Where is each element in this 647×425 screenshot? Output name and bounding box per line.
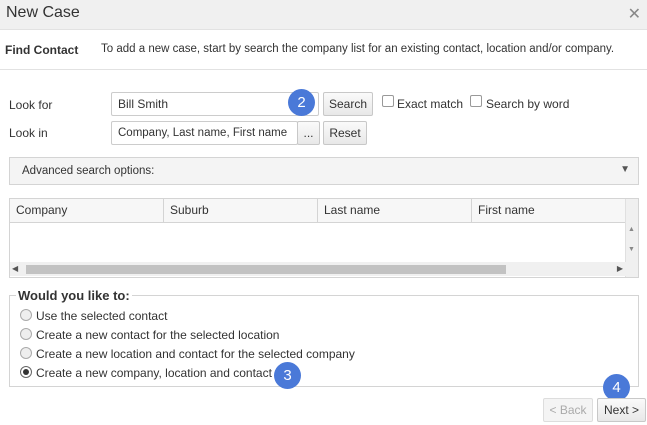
- grid-vertical-scrollbar[interactable]: ▲ ▼: [625, 199, 638, 277]
- action-options-group: Would you like to: Use the selected cont…: [9, 288, 639, 387]
- scroll-thumb[interactable]: [26, 265, 506, 274]
- column-header-company[interactable]: Company: [10, 199, 164, 222]
- column-header-last-name[interactable]: Last name: [318, 199, 472, 222]
- column-header-suburb[interactable]: Suburb: [164, 199, 318, 222]
- title-bar: New Case ✕: [0, 0, 647, 30]
- reset-button[interactable]: Reset: [323, 121, 367, 145]
- radio-new-location-contact[interactable]: [20, 347, 32, 359]
- options-legend: Would you like to:: [16, 288, 132, 303]
- scroll-left-icon[interactable]: ◀: [12, 264, 18, 273]
- radio-label-new-location-contact: Create a new location and contact for th…: [36, 347, 355, 361]
- step-badge-3: 3: [274, 362, 301, 389]
- scroll-down-icon[interactable]: ▼: [628, 246, 635, 253]
- search-button[interactable]: Search: [323, 92, 373, 116]
- advanced-search-label: Advanced search options:: [22, 165, 155, 177]
- next-button[interactable]: Next >: [597, 398, 646, 422]
- find-contact-instructions: To add a new case, start by search the c…: [101, 43, 615, 55]
- step-badge-4: 4: [603, 374, 630, 401]
- advanced-search-toggle[interactable]: Advanced search options: ▼: [9, 157, 639, 185]
- back-button[interactable]: < Back: [543, 398, 593, 422]
- look-in-label: Look in: [9, 126, 48, 140]
- scroll-up-icon[interactable]: ▲: [628, 226, 635, 233]
- look-in-browse-button[interactable]: ...: [297, 121, 320, 145]
- scroll-right-icon[interactable]: ▶: [617, 264, 623, 273]
- close-icon[interactable]: ✕: [628, 4, 641, 24]
- dialog-title: New Case: [6, 4, 80, 21]
- look-in-input[interactable]: Company, Last name, First name: [111, 121, 298, 145]
- radio-new-company-location-contact[interactable]: [20, 366, 32, 378]
- search-by-word-checkbox[interactable]: [470, 95, 482, 107]
- radio-label-new-contact: Create a new contact for the selected lo…: [36, 328, 280, 342]
- exact-match-label: Exact match: [397, 97, 464, 111]
- find-contact-header: Find Contact To add a new case, start by…: [0, 30, 647, 70]
- find-contact-label: Find Contact: [5, 43, 79, 57]
- exact-match-checkbox[interactable]: [382, 95, 394, 107]
- caret-down-icon: ▼: [620, 164, 630, 175]
- step-badge-2: 2: [288, 89, 315, 116]
- column-header-first-name[interactable]: First name: [472, 199, 626, 222]
- results-grid[interactable]: Company Suburb Last name First name ▲ ▼ …: [9, 198, 639, 278]
- radio-label-new-company-location-contact: Create a new company, location and conta…: [36, 366, 272, 380]
- look-for-label: Look for: [9, 98, 53, 112]
- radio-new-contact[interactable]: [20, 328, 32, 340]
- radio-label-use-selected-contact: Use the selected contact: [36, 309, 168, 323]
- grid-header: Company Suburb Last name First name: [10, 199, 626, 223]
- search-by-word-label: Search by word: [486, 97, 570, 111]
- grid-horizontal-scrollbar[interactable]: ◀ ▶: [10, 262, 626, 276]
- radio-use-selected-contact[interactable]: [20, 309, 32, 321]
